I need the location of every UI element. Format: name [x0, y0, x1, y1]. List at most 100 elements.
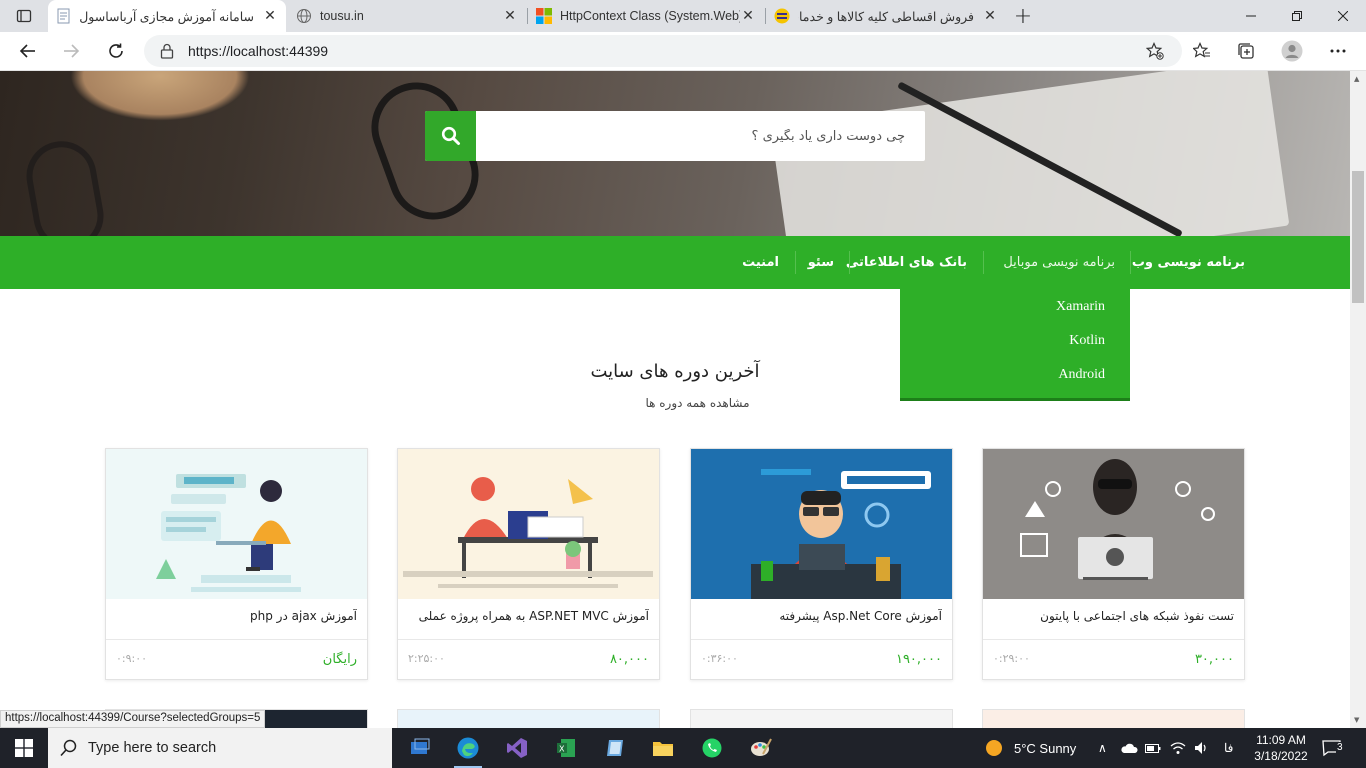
more-options-icon[interactable] — [1323, 36, 1353, 66]
mobile-submenu: Xamarin Kotlin Android — [900, 289, 1130, 401]
course-card[interactable] — [690, 709, 953, 728]
volume-icon[interactable] — [1194, 728, 1210, 768]
close-tab-icon[interactable]: ✕ — [982, 8, 998, 24]
menu-separator — [983, 251, 984, 274]
tab-title: HttpContext Class (System.Web) — [560, 9, 740, 23]
minimize-icon[interactable] — [1228, 0, 1274, 32]
collections-icon[interactable] — [1231, 36, 1261, 66]
course-card[interactable]: تست نفوذ شبکه های اجتماعی با پایتون ۳۰,۰… — [982, 448, 1245, 680]
file-explorer-icon[interactable] — [643, 732, 683, 764]
edge-browser-icon[interactable] — [448, 732, 488, 768]
excel-app-icon[interactable]: X — [546, 732, 586, 764]
task-view-icon[interactable] — [400, 732, 440, 764]
course-card[interactable]: آموزش ASP.NET MVC به همراه پروژه عملی ۸۰… — [397, 448, 660, 680]
search-icon — [60, 739, 77, 757]
tab-actions-icon[interactable] — [9, 1, 39, 31]
lock-icon[interactable] — [160, 43, 174, 59]
tab-installment-shop[interactable]: فروش اقساطی کلیه کالاها و خدمات ✕ — [766, 0, 1006, 32]
close-window-icon[interactable] — [1320, 0, 1366, 32]
notes-app-icon[interactable] — [595, 732, 635, 764]
close-tab-icon[interactable]: ✕ — [262, 8, 278, 24]
show-hidden-icons-icon[interactable]: ∧ — [1098, 728, 1107, 768]
search-icon — [441, 126, 460, 145]
microsoft-logo-icon — [536, 8, 552, 24]
course-duration: ۰:۲۹:۰۰ — [993, 652, 1030, 665]
submenu-item-kotlin[interactable]: Kotlin — [1069, 333, 1105, 349]
notification-center-icon[interactable]: 3 — [1322, 728, 1344, 768]
view-all-label: مشاهده همه دوره ها — [645, 396, 750, 410]
menu-item-mobile[interactable]: برنامه نویسی موبایل — [1003, 236, 1115, 289]
course-title[interactable]: آموزش ASP.NET MVC به همراه پروژه عملی — [408, 609, 649, 623]
course-thumbnail[interactable] — [691, 449, 952, 599]
course-card[interactable] — [982, 709, 1245, 728]
menu-item-security[interactable]: امنیت — [742, 236, 779, 289]
course-card[interactable]: آموزش ajax در php رایگان ۰:۹:۰۰ — [105, 448, 368, 680]
paint-app-icon[interactable] — [741, 732, 781, 764]
new-tab-icon[interactable]: + — [1000, 0, 1046, 32]
close-tab-icon[interactable]: ✕ — [502, 8, 518, 24]
profile-avatar[interactable] — [1277, 36, 1307, 66]
favorites-icon[interactable] — [1187, 36, 1217, 66]
tab-arbasasol[interactable]: سامانه آموزش مجازی آرباساسول ✕ — [48, 0, 286, 32]
battery-icon[interactable] — [1145, 728, 1161, 768]
svg-text:X: X — [559, 745, 565, 754]
course-title[interactable]: آموزش Asp.Net Core پیشرفته — [701, 609, 942, 623]
course-thumbnail[interactable] — [398, 449, 659, 599]
course-price: رایگان — [322, 652, 357, 667]
scroll-up-icon[interactable]: ▲ — [1354, 75, 1359, 83]
restore-icon[interactable] — [1274, 0, 1320, 32]
refresh-icon[interactable] — [101, 36, 131, 66]
windows-start-icon[interactable] — [4, 732, 44, 764]
shop-logo-icon — [774, 8, 790, 24]
tab-title: فروش اقساطی کلیه کالاها و خدمات — [798, 9, 974, 24]
address-bar[interactable]: https://localhost:44399 — [144, 35, 1182, 67]
taskbar-search-box[interactable]: Type here to search — [48, 728, 392, 768]
sun-icon — [986, 740, 1002, 756]
submenu-item-android[interactable]: Android — [1058, 367, 1105, 383]
wifi-icon[interactable] — [1170, 728, 1186, 768]
course-card[interactable] — [397, 709, 660, 728]
course-duration: ۰:۹:۰۰ — [116, 652, 148, 665]
tab-title: tousu.in — [320, 9, 364, 23]
back-icon[interactable] — [13, 36, 43, 66]
view-all-courses-link[interactable]: مشاهده همه دوره ها — [575, 396, 775, 410]
course-price: ۳۰,۰۰۰ — [1194, 652, 1234, 667]
menu-item-seo[interactable]: سئو — [808, 236, 834, 289]
weather-text: 5°C Sunny — [1014, 740, 1077, 756]
input-language[interactable]: فا — [1224, 728, 1233, 768]
whatsapp-icon[interactable] — [692, 732, 732, 764]
course-title[interactable]: تست نفوذ شبکه های اجتماعی با پایتون — [993, 609, 1234, 623]
browser-tab-bar: سامانه آموزش مجازی آرباساسول ✕ tousu.in … — [0, 0, 1366, 32]
course-card[interactable]: آموزش Asp.Net Core پیشرفته ۱۹۰,۰۰۰ ۰:۳۶:… — [690, 448, 953, 680]
menu-separator — [1130, 251, 1131, 274]
course-thumbnail[interactable] — [106, 449, 367, 599]
page-scrollbar[interactable]: ▲ ▼ — [1350, 71, 1366, 728]
tab-tousu[interactable]: tousu.in ✕ — [288, 0, 526, 32]
add-favorite-icon[interactable] — [1140, 36, 1170, 66]
card-divider — [398, 639, 659, 640]
course-duration: ۲:۲۵:۰۰ — [408, 652, 445, 665]
system-clock[interactable]: 11:09 AM 3/18/2022 — [1250, 732, 1312, 764]
scroll-down-icon[interactable]: ▼ — [1354, 716, 1359, 724]
course-search-input[interactable] — [476, 111, 925, 161]
taskbar-search-placeholder: Type here to search — [88, 740, 217, 756]
submenu-item-xamarin[interactable]: Xamarin — [1056, 299, 1105, 315]
course-search-box — [425, 111, 925, 161]
visual-studio-icon[interactable] — [497, 732, 537, 764]
page-icon — [56, 8, 72, 24]
course-price: ۸۰,۰۰۰ — [609, 652, 649, 667]
scroll-thumb[interactable] — [1352, 171, 1364, 303]
close-tab-icon[interactable]: ✕ — [740, 8, 756, 24]
clock-date: 3/18/2022 — [1254, 749, 1308, 763]
forward-icon[interactable] — [56, 36, 86, 66]
course-title[interactable]: آموزش ajax در php — [116, 609, 357, 623]
tab-httpcontext[interactable]: HttpContext Class (System.Web) ✕ — [528, 0, 764, 32]
menu-separator — [849, 251, 850, 274]
course-thumbnail[interactable] — [983, 449, 1244, 599]
search-button[interactable] — [425, 111, 476, 161]
card-divider — [983, 639, 1244, 640]
menu-item-web[interactable]: برنامه نویسی وب — [1132, 236, 1245, 289]
onedrive-icon[interactable] — [1120, 728, 1138, 768]
menu-item-databases[interactable]: بانک های اطلاعاتی — [846, 236, 967, 289]
weather-widget[interactable]: 5°C Sunny — [984, 728, 1076, 768]
